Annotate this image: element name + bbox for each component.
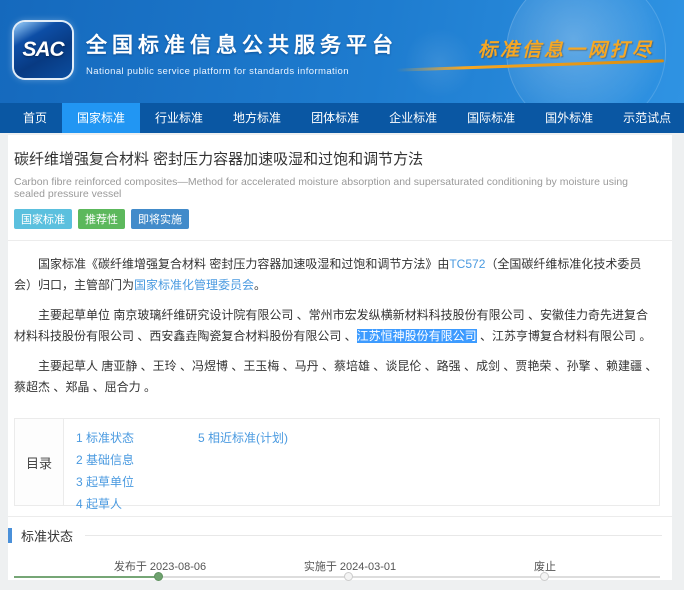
affiliation-text-after: 。	[254, 278, 266, 292]
nav-item-local-standard[interactable]: 地方标准	[218, 103, 296, 133]
toc-box: 目录 1 标准状态 2 基础信息 3 起草单位 4 起草人 5 相近标准(计划)	[14, 418, 660, 506]
toc-link-status[interactable]: 1 标准状态	[76, 427, 198, 449]
header-slogan: 标准信息一网打尽	[478, 35, 654, 62]
divider	[8, 240, 672, 241]
nav-item-home[interactable]: 首页	[8, 103, 62, 133]
toc-link-drafting-units[interactable]: 3 起草单位	[76, 471, 198, 493]
status-section-head: 标准状态	[8, 526, 668, 545]
badge-row: 国家标准 推荐性 即将实施	[8, 200, 672, 229]
timeline-dot-implemented	[344, 572, 353, 581]
toc-text: 相近标准(计划)	[208, 431, 288, 445]
tc572-link[interactable]: TC572	[449, 257, 485, 271]
section-accent-bar	[8, 528, 12, 543]
toc-num: 4	[76, 497, 83, 511]
sac-logo-text: SAC	[22, 38, 63, 62]
status-timeline: 发布于 2023-08-06 实施于 2024-03-01 废止	[8, 558, 672, 590]
nav-item-group-standard[interactable]: 团体标准	[296, 103, 374, 133]
divider	[8, 516, 672, 517]
toc-text: 基础信息	[86, 453, 134, 467]
standard-title-zh: 碳纤维增强复合材料 密封压力容器加速吸湿和过饱和调节方法	[8, 135, 672, 169]
nav-item-foreign-standard[interactable]: 国外标准	[530, 103, 608, 133]
site-subtitle: National public service platform for sta…	[86, 66, 398, 77]
nav-item-industry-standard[interactable]: 行业标准	[140, 103, 218, 133]
content-panel: 碳纤维增强复合材料 密封压力容器加速吸湿和过饱和调节方法 Carbon fibr…	[8, 135, 672, 580]
drafting-units-after: 、江苏亨博复合材料有限公司 。	[477, 329, 652, 343]
section-rule	[85, 535, 662, 536]
badge-national-standard: 国家标准	[14, 209, 72, 229]
toc-column-2: 5 相近标准(计划)	[198, 427, 288, 505]
standard-title-en: Carbon fibre reinforced composites—Metho…	[8, 169, 672, 200]
toc-num: 2	[76, 453, 83, 467]
sac-department-link[interactable]: 国家标准化管理委员会	[134, 278, 254, 292]
drafting-units-paragraph: 主要起草单位 南京玻璃纤维研究设计院有限公司 、常州市宏发纵横新材料科技股份有限…	[14, 305, 658, 347]
toc-num: 5	[198, 431, 205, 445]
nav-item-pilot[interactable]: 示范试点	[608, 103, 684, 133]
affiliation-text-before: 国家标准《碳纤维增强复合材料 密封压力容器加速吸湿和过饱和调节方法》由	[38, 257, 449, 271]
affiliation-paragraph: 国家标准《碳纤维增强复合材料 密封压力容器加速吸湿和过饱和调节方法》由TC572…	[14, 254, 658, 296]
page: SAC 全国标准信息公共服务平台 National public service…	[0, 0, 684, 590]
toc-body: 1 标准状态 2 基础信息 3 起草单位 4 起草人 5 相近标准(计划)	[64, 419, 659, 505]
toc-label: 目录	[15, 419, 64, 505]
toc-link-basic-info[interactable]: 2 基础信息	[76, 449, 198, 471]
site-title-block: 全国标准信息公共服务平台 National public service pla…	[86, 29, 398, 77]
nav-item-enterprise-standard[interactable]: 企业标准	[374, 103, 452, 133]
timeline-progress	[14, 576, 159, 578]
toc-link-drafters[interactable]: 4 起草人	[76, 493, 198, 515]
status-section-title: 标准状态	[21, 526, 73, 545]
toc-column-1: 1 标准状态 2 基础信息 3 起草单位 4 起草人	[76, 427, 198, 505]
main-nav: 首页 国家标准 行业标准 地方标准 团体标准 企业标准 国际标准 国外标准 示范…	[0, 103, 684, 133]
nav-item-international-standard[interactable]: 国际标准	[452, 103, 530, 133]
toc-text: 标准状态	[86, 431, 134, 445]
selected-text-highlight: 江苏恒神股份有限公司	[357, 329, 477, 343]
globe-glow-decoration	[404, 28, 474, 98]
timeline-dot-abolished	[540, 572, 549, 581]
badge-upcoming: 即将实施	[131, 209, 189, 229]
toc-link-similar-standards[interactable]: 5 相近标准(计划)	[198, 427, 288, 449]
site-title: 全国标准信息公共服务平台	[86, 29, 398, 59]
drafters-paragraph: 主要起草人 唐亚静 、王玲 、冯煜博 、王玉梅 、马丹 、蔡培雄 、谈昆伦 、路…	[14, 356, 658, 398]
toc-text: 起草人	[86, 497, 122, 511]
toc-text: 起草单位	[86, 475, 134, 489]
nav-item-national-standard[interactable]: 国家标准	[62, 103, 140, 133]
toc-num: 1	[76, 431, 83, 445]
badge-recommended: 推荐性	[78, 209, 125, 229]
sac-logo[interactable]: SAC	[14, 22, 72, 78]
site-header: SAC 全国标准信息公共服务平台 National public service…	[0, 0, 684, 103]
timeline-dot-published	[154, 572, 163, 581]
toc-num: 3	[76, 475, 83, 489]
